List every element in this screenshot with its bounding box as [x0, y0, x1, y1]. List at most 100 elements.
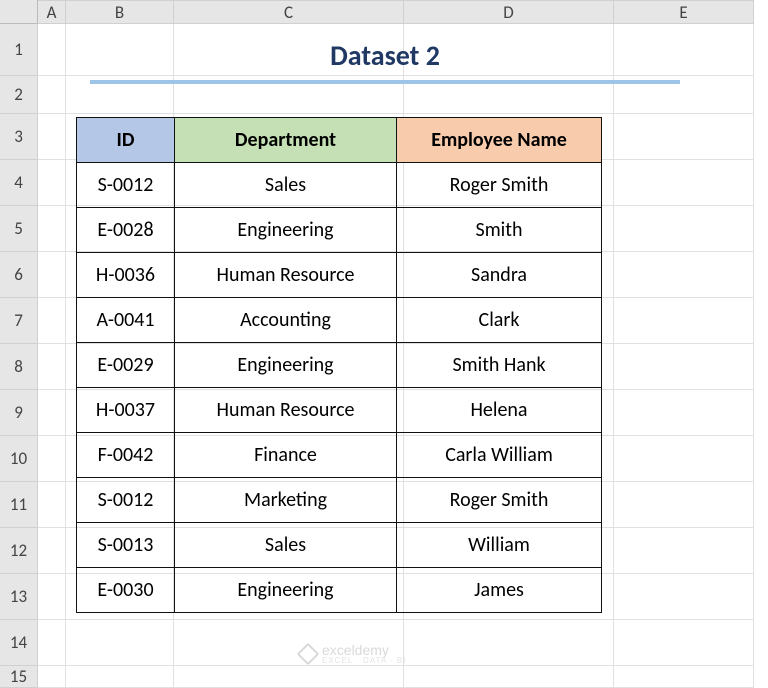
cell-id[interactable]: S-0012 [77, 163, 175, 208]
cell[interactable] [38, 666, 66, 688]
cell[interactable] [38, 436, 66, 482]
cell[interactable] [38, 252, 66, 298]
cell[interactable] [66, 666, 174, 688]
cell-name[interactable]: Carla William [397, 433, 602, 478]
row-header-13[interactable]: 13 [0, 574, 38, 620]
cell[interactable] [614, 666, 754, 688]
col-header-b[interactable]: B [66, 0, 174, 24]
title-underline [90, 80, 680, 84]
cell[interactable] [614, 436, 754, 482]
cell[interactable] [614, 528, 754, 574]
cell-dept[interactable]: Engineering [175, 343, 397, 388]
cell-dept[interactable]: Engineering [175, 208, 397, 253]
table-row: E-0028EngineeringSmith [77, 208, 602, 253]
table-row: S-0012SalesRoger Smith [77, 163, 602, 208]
cell[interactable] [38, 76, 66, 114]
cell[interactable] [38, 24, 66, 76]
cell-name[interactable]: Smith [397, 208, 602, 253]
row-header-9[interactable]: 9 [0, 390, 38, 436]
cell[interactable] [38, 574, 66, 620]
cell-dept[interactable]: Accounting [175, 298, 397, 343]
watermark-subtext: EXCEL · DATA · BI [322, 656, 406, 665]
cell-id[interactable]: E-0028 [77, 208, 175, 253]
cell-name[interactable]: Helena [397, 388, 602, 433]
cell[interactable] [404, 666, 614, 688]
cell-name[interactable]: William [397, 523, 602, 568]
header-id[interactable]: ID [77, 118, 175, 163]
cell-dept[interactable]: Human Resource [175, 388, 397, 433]
col-header-e[interactable]: E [614, 0, 754, 24]
row-header-10[interactable]: 10 [0, 436, 38, 482]
col-header-c[interactable]: C [174, 0, 404, 24]
cell[interactable] [614, 252, 754, 298]
cell[interactable] [38, 344, 66, 390]
cell[interactable] [614, 482, 754, 528]
cell-dept[interactable]: Marketing [175, 478, 397, 523]
cell[interactable] [614, 390, 754, 436]
data-table: ID Department Employee Name S-0012SalesR… [76, 117, 602, 613]
row-header-2[interactable]: 2 [0, 76, 38, 114]
row-header-14[interactable]: 14 [0, 620, 38, 666]
page-title: Dataset 2 [90, 38, 680, 73]
row-header-7[interactable]: 7 [0, 298, 38, 344]
cell-id[interactable]: E-0029 [77, 343, 175, 388]
row-header-6[interactable]: 6 [0, 252, 38, 298]
cell[interactable] [38, 390, 66, 436]
cell[interactable] [614, 574, 754, 620]
cell[interactable] [614, 160, 754, 206]
cell-id[interactable]: F-0042 [77, 433, 175, 478]
table-row: H-0037Human ResourceHelena [77, 388, 602, 433]
col-header-d[interactable]: D [404, 0, 614, 24]
row-header-4[interactable]: 4 [0, 160, 38, 206]
cell[interactable] [614, 114, 754, 160]
row-header-15[interactable]: 15 [0, 666, 38, 688]
cell-dept[interactable]: Human Resource [175, 253, 397, 298]
col-header-a[interactable]: A [38, 0, 66, 24]
cell-name[interactable]: James [397, 568, 602, 613]
cell[interactable] [614, 620, 754, 666]
table-row: S-0012MarketingRoger Smith [77, 478, 602, 523]
cell-id[interactable]: E-0030 [77, 568, 175, 613]
cell-dept[interactable]: Sales [175, 523, 397, 568]
cell-dept[interactable]: Engineering [175, 568, 397, 613]
row-header-11[interactable]: 11 [0, 482, 38, 528]
header-department[interactable]: Department [175, 118, 397, 163]
cell[interactable] [614, 206, 754, 252]
cell[interactable] [404, 620, 614, 666]
cell[interactable] [38, 620, 66, 666]
cell[interactable] [38, 206, 66, 252]
row-header-3[interactable]: 3 [0, 114, 38, 160]
table-row: E-0029EngineeringSmith Hank [77, 343, 602, 388]
cell-id[interactable]: H-0037 [77, 388, 175, 433]
cell[interactable] [38, 160, 66, 206]
watermark: exceldemy EXCEL · DATA · BI [300, 642, 406, 665]
select-all-corner[interactable] [0, 0, 38, 24]
row-header-8[interactable]: 8 [0, 344, 38, 390]
cell-id[interactable]: S-0013 [77, 523, 175, 568]
cell[interactable] [174, 666, 404, 688]
cell[interactable] [38, 114, 66, 160]
table-row: E-0030EngineeringJames [77, 568, 602, 613]
cell-id[interactable]: A-0041 [77, 298, 175, 343]
cell-name[interactable]: Sandra [397, 253, 602, 298]
cell-id[interactable]: S-0012 [77, 478, 175, 523]
cell[interactable] [66, 620, 174, 666]
cell[interactable] [38, 482, 66, 528]
cell-name[interactable]: Roger Smith [397, 163, 602, 208]
table-row: A-0041AccountingClark [77, 298, 602, 343]
cell-id[interactable]: H-0036 [77, 253, 175, 298]
row-header-12[interactable]: 12 [0, 528, 38, 574]
cell-name[interactable]: Clark [397, 298, 602, 343]
cell-name[interactable]: Smith Hank [397, 343, 602, 388]
exceldemy-logo-icon [297, 642, 320, 665]
row-header-5[interactable]: 5 [0, 206, 38, 252]
row-header-1[interactable]: 1 [0, 24, 38, 76]
header-employee-name[interactable]: Employee Name [397, 118, 602, 163]
cell-name[interactable]: Roger Smith [397, 478, 602, 523]
cell[interactable] [614, 344, 754, 390]
cell[interactable] [614, 298, 754, 344]
cell[interactable] [38, 528, 66, 574]
cell-dept[interactable]: Finance [175, 433, 397, 478]
cell[interactable] [38, 298, 66, 344]
cell-dept[interactable]: Sales [175, 163, 397, 208]
